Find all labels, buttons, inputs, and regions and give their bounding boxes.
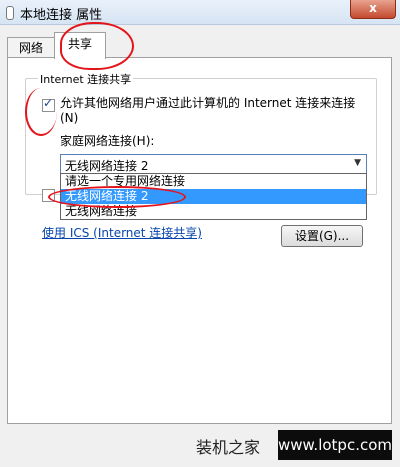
watermark-url: www.lotpc.com: [278, 430, 392, 460]
annotation-circle: [48, 186, 186, 208]
network-adapter-icon: [6, 6, 14, 20]
tab-network[interactable]: 网络: [7, 37, 55, 58]
home-network-label: 家庭网络连接(H):: [60, 134, 155, 148]
watermark-brand: 装机之家: [196, 438, 261, 457]
home-network-select[interactable]: 无线网络连接 2 ▼: [60, 154, 367, 174]
title-bar: 本地连接 属性 x: [0, 0, 400, 25]
annotation-circle: [25, 88, 57, 136]
close-button[interactable]: x: [350, 0, 396, 19]
settings-button[interactable]: 设置(G)...: [281, 225, 363, 247]
ics-group-label: Internet 连接共享: [38, 71, 134, 87]
annotation-circle: [60, 22, 134, 70]
chevron-down-icon[interactable]: ▼: [354, 158, 361, 168]
ics-help-link[interactable]: 使用 ICS (Internet 连接共享): [42, 224, 202, 241]
allow-sharing-label: 允许其他网络用户通过此计算机的 Internet 连接来连接(N): [60, 96, 356, 125]
home-network-select-value: 无线网络连接 2: [65, 159, 149, 173]
window-title: 本地连接 属性: [20, 8, 103, 23]
